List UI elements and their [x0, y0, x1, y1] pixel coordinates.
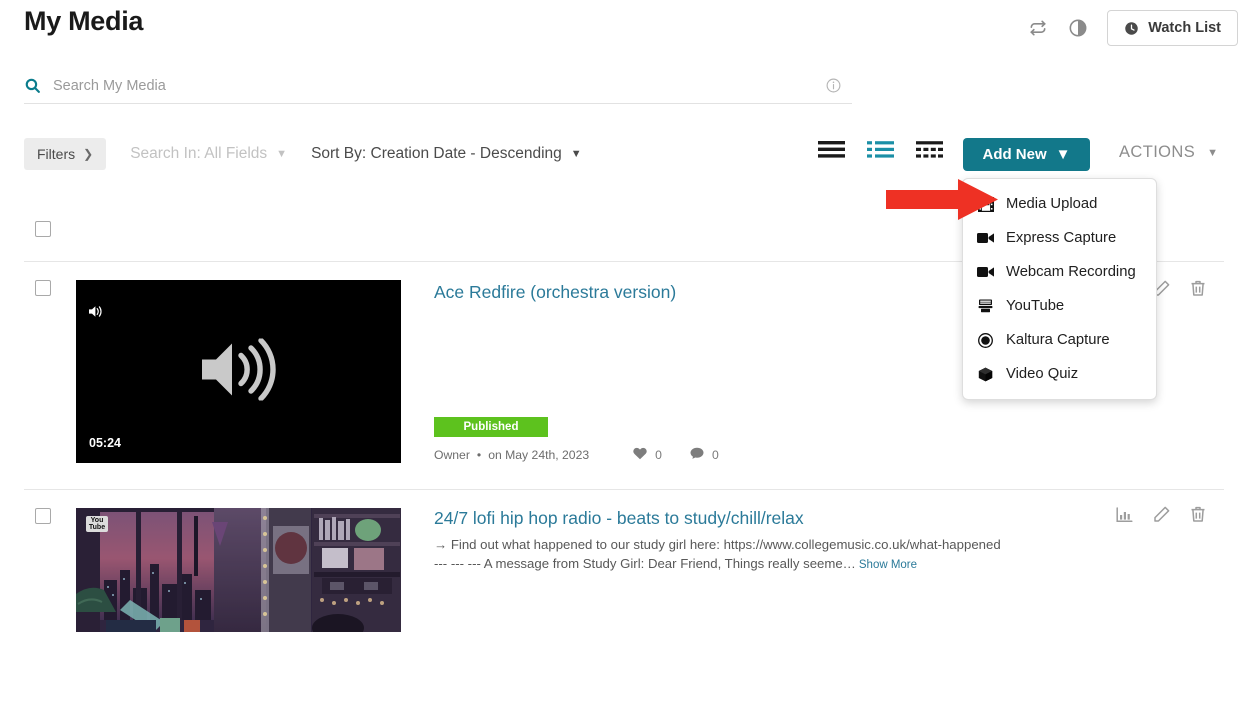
menu-item-webcam-recording[interactable]: Webcam Recording: [963, 255, 1156, 289]
view-toggle-group: [818, 140, 943, 159]
delete-trash-icon[interactable]: [1190, 280, 1206, 297]
media-date: on May 24th, 2023: [488, 448, 590, 462]
my-media-page: My Media Watch List Search My Media Filt…: [0, 0, 1248, 715]
media-owner: Owner: [434, 448, 470, 462]
header-tools: Watch List: [1027, 10, 1238, 46]
menu-item-video-quiz[interactable]: Video Quiz: [963, 357, 1156, 391]
analytics-icon[interactable]: [1116, 506, 1133, 523]
youtube-glyph: You Tube: [88, 517, 106, 531]
status-badge: Published: [434, 417, 548, 437]
menu-item-kaltura-capture[interactable]: Kaltura Capture: [963, 323, 1156, 357]
menu-item-youtube[interactable]: YouTube: [963, 289, 1156, 323]
watch-list-label: Watch List: [1148, 20, 1221, 36]
media-thumbnail[interactable]: 05:24: [76, 280, 401, 463]
media-duration: 05:24: [89, 436, 121, 450]
chevron-down-icon: ▼: [570, 148, 582, 160]
video-camera-icon: [977, 232, 994, 244]
comments-count: 0: [711, 448, 719, 462]
cube-icon: [977, 367, 994, 382]
page-title: My Media: [24, 6, 144, 36]
chevron-right-icon: ❯: [83, 147, 94, 161]
row-checkbox[interactable]: [35, 280, 51, 296]
grid-view-icon[interactable]: [916, 140, 943, 159]
youtube-icon: [977, 299, 994, 313]
heart-icon: [633, 447, 647, 463]
comment-bubble-icon: [690, 447, 704, 463]
likes-count: 0: [655, 448, 662, 462]
menu-item-label: YouTube: [1006, 298, 1065, 314]
table-row: You Tube 24/7 lofi hip hop radio - beats …: [24, 490, 1224, 650]
filters-button[interactable]: Filters ❯: [24, 138, 107, 170]
film-strip-icon: [977, 196, 994, 212]
media-description: → Find out what happened to our study gi…: [434, 536, 1004, 573]
menu-item-express-capture[interactable]: Express Capture: [963, 221, 1156, 255]
row-actions: [1116, 506, 1206, 523]
refresh-sync-icon[interactable]: [1027, 17, 1049, 39]
video-thumbnail: You Tube: [76, 508, 401, 632]
sort-by-dropdown[interactable]: Sort By: Creation Date - Descending ▼: [311, 145, 582, 163]
likes-stat: 0: [633, 447, 662, 463]
detail-list-view-icon[interactable]: [867, 140, 894, 159]
meta-separator: •: [476, 448, 482, 462]
menu-item-label: Video Quiz: [1006, 366, 1079, 382]
sort-by-label: Sort By: Creation Date - Descending: [311, 145, 562, 162]
media-thumbnail[interactable]: You Tube: [76, 508, 401, 632]
search-icon: [24, 77, 41, 94]
menu-item-label: Media Upload: [1006, 196, 1098, 212]
record-circle-icon: [977, 332, 994, 348]
search-input[interactable]: [53, 77, 825, 94]
row-checkbox[interactable]: [35, 508, 51, 524]
menu-item-label: Kaltura Capture: [1006, 332, 1110, 348]
menu-item-label: Express Capture: [1006, 230, 1117, 246]
speaker-volume-icon-large: [200, 337, 278, 405]
add-new-menu: Media Upload Express Capture Webcam Reco…: [962, 178, 1157, 400]
info-circle-icon[interactable]: [825, 77, 842, 94]
search-in-label: Search In: All Fields: [130, 145, 268, 162]
clock-icon: [1124, 21, 1139, 36]
contrast-half-circle-icon[interactable]: [1067, 17, 1089, 39]
media-metadata: Owner • on May 24th, 2023 0 0: [434, 447, 719, 463]
speaker-volume-icon: [89, 305, 104, 323]
media-title-link[interactable]: Ace Redfire (orchestra version): [434, 282, 676, 303]
menu-item-media-upload[interactable]: Media Upload: [963, 187, 1156, 221]
chevron-down-icon: ▼: [1207, 146, 1219, 159]
chevron-down-icon: ▼: [1055, 146, 1071, 163]
actions-label: ACTIONS: [1119, 143, 1196, 161]
add-new-button[interactable]: Add New ▼: [963, 138, 1090, 171]
edit-pencil-icon[interactable]: [1153, 506, 1170, 523]
search-bar: [24, 68, 852, 104]
media-title-link[interactable]: 24/7 lofi hip hop radio - beats to study…: [434, 508, 804, 529]
actions-dropdown[interactable]: ACTIONS ▼: [1119, 143, 1218, 162]
comments-stat: 0: [690, 447, 719, 463]
menu-item-label: Webcam Recording: [1006, 264, 1136, 280]
filters-label: Filters: [37, 146, 76, 162]
select-all-checkbox[interactable]: [35, 221, 51, 237]
show-more-link[interactable]: Show More: [859, 559, 917, 571]
watch-list-button[interactable]: Watch List: [1107, 10, 1238, 46]
search-in-dropdown[interactable]: Search In: All Fields ▼: [130, 145, 287, 163]
youtube-icon: You Tube: [86, 516, 108, 532]
add-new-label: Add New: [982, 146, 1047, 163]
audio-thumbnail: 05:24: [76, 280, 401, 463]
video-camera-icon: [977, 266, 994, 278]
compact-list-view-icon[interactable]: [818, 140, 845, 159]
delete-trash-icon[interactable]: [1190, 506, 1206, 523]
chevron-down-icon: ▼: [276, 148, 288, 160]
